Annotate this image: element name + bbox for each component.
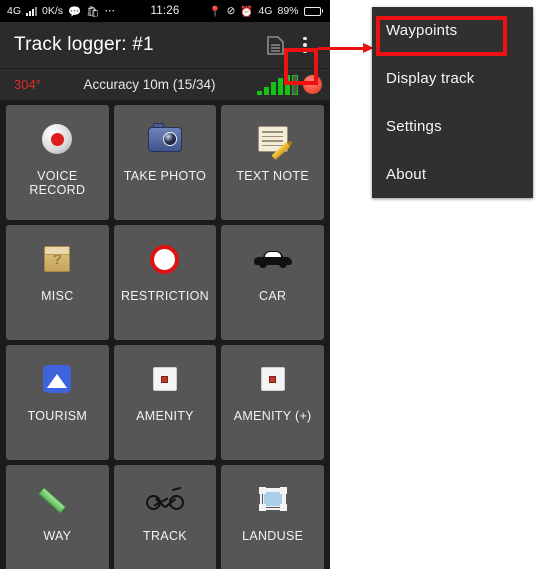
alarm-icon: ⏰: [240, 5, 254, 18]
tile-label: TAKE PHOTO: [123, 169, 207, 183]
tile-misc[interactable]: ? MISC: [6, 225, 109, 340]
battery-percent: 89%: [277, 5, 299, 17]
tile-car[interactable]: CAR: [221, 225, 324, 340]
tile-way[interactable]: WAY: [6, 465, 109, 569]
notepad-pencil-icon: [257, 117, 291, 161]
tile-label: CAR: [259, 289, 287, 303]
tile-label: TOURISM: [27, 409, 88, 423]
menu-item-label: Settings: [386, 117, 442, 135]
amenity-square-icon: [260, 357, 285, 401]
menu-item-label: Display track: [386, 70, 475, 88]
microphone-record-icon: [42, 117, 73, 161]
tent-icon: [43, 357, 72, 401]
amenity-square-icon: [152, 357, 177, 401]
location-icon: 📍: [208, 5, 222, 18]
app-bar: Track logger: #1: [0, 22, 330, 85]
menu-item-label: Waypoints: [386, 22, 458, 40]
tile-text-note[interactable]: TEXT NOTE: [221, 105, 324, 220]
tile-label: WAY: [43, 529, 72, 543]
menu-item-settings[interactable]: Settings: [372, 103, 533, 151]
page-title: Track logger: #1: [14, 34, 154, 55]
tile-label: TEXT NOTE: [236, 169, 309, 183]
camera-icon: [147, 117, 182, 161]
landuse-frame-icon: [258, 477, 287, 521]
tile-label: TRACK: [143, 529, 187, 543]
no-entry-sign-icon: [150, 237, 180, 281]
tile-label: LANDUSE: [242, 529, 304, 543]
accuracy-text: Accuracy 10m (15/34): [83, 77, 216, 92]
bearing-value: 304°: [14, 77, 41, 92]
tile-label: RESTRICTION: [120, 289, 209, 303]
car-icon: [253, 237, 292, 281]
road-way-icon: [38, 477, 73, 521]
overflow-popup-menu: Waypoints Display track Settings About: [372, 7, 533, 198]
tile-track[interactable]: TRACK: [113, 465, 217, 569]
overflow-menu-highlight-box: [284, 48, 318, 85]
mute-icon: ⊘: [226, 5, 236, 17]
tile-voice-record[interactable]: VOICE RECORD: [6, 105, 109, 220]
menu-item-about[interactable]: About: [372, 150, 533, 198]
status-bar-right: 📍 ⊘ ⏰ 4G 89%: [208, 0, 323, 22]
tile-label: AMENITY: [136, 409, 194, 423]
arrow-shaft: [318, 47, 364, 50]
tile-label: MISC: [41, 289, 74, 303]
battery-icon: [303, 6, 323, 16]
tile-landuse[interactable]: LANDUSE: [221, 465, 324, 569]
accuracy-bar: 304° Accuracy 10m (15/34): [0, 68, 330, 100]
tile-tourism[interactable]: TOURISM: [6, 345, 109, 460]
tile-label: AMENITY (+): [233, 409, 312, 423]
document-icon-svg: [266, 35, 284, 55]
pointer-arrow: [318, 43, 374, 54]
menu-item-label: About: [386, 165, 427, 183]
tile-restriction[interactable]: RESTRICTION: [113, 225, 217, 340]
tile-amenity[interactable]: AMENITY: [113, 345, 217, 460]
bicycle-icon: [145, 477, 184, 521]
menu-item-waypoints[interactable]: Waypoints: [372, 7, 533, 55]
phone-screen: 4G 0K/s 💬 🛍 ⋯ 11:26 📍 ⊘ ⏰ 4G 89% Track l…: [0, 0, 330, 569]
status-bar: 4G 0K/s 💬 🛍 ⋯ 11:26 📍 ⊘ ⏰ 4G 89%: [0, 0, 330, 22]
question-box-icon: ?: [44, 237, 71, 281]
menu-item-display-track[interactable]: Display track: [372, 55, 533, 103]
tile-take-photo[interactable]: TAKE PHOTO: [113, 105, 217, 220]
network-label-right: 4G: [258, 5, 273, 17]
action-grid: VOICE RECORD TAKE PHOTO TEXT NOTE ? MISC…: [0, 100, 330, 569]
tile-label: VOICE RECORD: [29, 169, 86, 197]
tile-amenity-plus[interactable]: AMENITY (+): [221, 345, 324, 460]
